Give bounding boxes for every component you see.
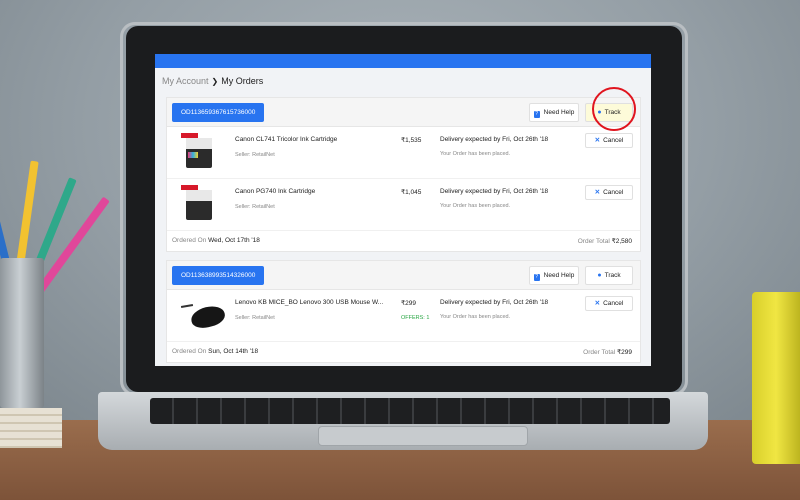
location-pin-icon: ● <box>597 272 602 279</box>
cancel-button[interactable]: ✕ Cancel <box>585 133 633 148</box>
delivery-date: Delivery expected by Fri, Oct 26th '18 <box>440 299 549 306</box>
close-icon: ✕ <box>594 189 601 196</box>
item-seller: Seller: RetailNet <box>235 315 275 321</box>
ordered-on-date: Sun, Oct 14th '18 <box>208 348 259 355</box>
order-card: OD113638993514326000 ? Need Help ● Track L… <box>166 260 641 363</box>
ordered-on-label: Ordered On <box>172 237 207 244</box>
order-id-button[interactable]: OD113638993514326000 <box>172 266 265 285</box>
order-total: Order Total ₹2,580 <box>578 237 632 245</box>
breadcrumb: My Account ❯ My Orders <box>162 76 263 86</box>
ordered-on: Ordered On Wed, Oct 17th '18 <box>172 237 260 244</box>
laptop-trackpad <box>318 426 528 446</box>
offers-badge[interactable]: OFFERS: 1 <box>401 315 429 321</box>
ordered-on: Ordered On Sun, Oct 14th '18 <box>172 348 258 355</box>
close-icon: ✕ <box>594 300 601 307</box>
help-icon: ? <box>533 111 540 118</box>
order-footer: Ordered On Sun, Oct 14th '18 Order Total… <box>167 342 640 362</box>
item-price: ₹1,535 <box>401 137 422 144</box>
close-icon: ✕ <box>594 137 601 144</box>
order-status: Your Order has been placed. <box>440 314 511 320</box>
item-name[interactable]: Canon CL741 Tricolor Ink Cartridge <box>235 136 395 143</box>
order-total-value: ₹2,580 <box>611 238 632 245</box>
orders-page: My Account ❯ My Orders OD11365936761573600… <box>155 54 651 366</box>
order-header: OD113659367615736000 ? Need Help ● Track <box>167 98 640 127</box>
order-card: OD113659367615736000 ? Need Help ● Track C… <box>166 97 641 252</box>
ink-cartridge-image <box>181 184 217 224</box>
item-name[interactable]: Canon PG740 Ink Cartridge <box>235 188 395 195</box>
need-help-label: Need Help <box>543 109 575 116</box>
track-label: Track <box>604 272 621 279</box>
order-status: Your Order has been placed. <box>440 151 511 157</box>
item-name[interactable]: Lenovo KB MICE_BO Lenovo 300 USB Mouse W… <box>235 299 395 306</box>
book-stack <box>0 408 62 448</box>
ink-cartridge-image <box>181 132 217 172</box>
cancel-label: Cancel <box>603 300 624 307</box>
cancel-label: Cancel <box>603 189 624 196</box>
cancel-button[interactable]: ✕ Cancel <box>585 185 633 200</box>
highlight-circle <box>592 87 636 131</box>
need-help-button[interactable]: ? Need Help <box>529 103 579 122</box>
delivery-date: Delivery expected by Fri, Oct 26th '18 <box>440 136 549 143</box>
order-total: Order Total ₹299 <box>583 348 632 356</box>
order-id-button[interactable]: OD113659367615736000 <box>172 103 265 122</box>
item-seller: Seller: RetailNet <box>235 152 275 158</box>
order-item[interactable]: Lenovo KB MICE_BO Lenovo 300 USB Mouse W… <box>167 290 640 342</box>
track-button[interactable]: ● Track <box>585 266 633 285</box>
order-status: Your Order has been placed. <box>440 203 511 209</box>
order-item[interactable]: Canon PG740 Ink Cartridge Seller: Retail… <box>167 179 640 231</box>
ordered-on-label: Ordered On <box>172 348 207 355</box>
order-header: OD113638993514326000 ? Need Help ● Track <box>167 261 640 290</box>
order-footer: Ordered On Wed, Oct 17th '18 Order Total… <box>167 231 640 251</box>
breadcrumb-my-account[interactable]: My Account <box>162 76 209 86</box>
usb-mouse-image <box>180 295 227 335</box>
ordered-on-date: Wed, Oct 17th '18 <box>208 237 260 244</box>
delivery-date: Delivery expected by Fri, Oct 26th '18 <box>440 188 549 195</box>
order-total-label: Order Total <box>583 349 616 356</box>
item-seller: Seller: RetailNet <box>235 204 275 210</box>
order-item[interactable]: Canon CL741 Tricolor Ink Cartridge Selle… <box>167 127 640 179</box>
order-total-label: Order Total <box>577 238 610 245</box>
laptop-keyboard <box>150 398 670 424</box>
item-price: ₹299 <box>401 300 416 307</box>
yellow-mug <box>752 292 800 464</box>
pencil-cup <box>0 258 44 408</box>
cancel-label: Cancel <box>603 137 624 144</box>
chevron-right-icon: ❯ <box>211 77 219 86</box>
item-price: ₹1,045 <box>401 189 422 196</box>
cancel-button[interactable]: ✕ Cancel <box>585 296 633 311</box>
help-icon: ? <box>533 274 540 281</box>
need-help-label: Need Help <box>543 272 575 279</box>
breadcrumb-my-orders: My Orders <box>221 76 264 86</box>
top-bar <box>155 54 651 68</box>
order-total-value: ₹299 <box>617 349 632 356</box>
need-help-button[interactable]: ? Need Help <box>529 266 579 285</box>
